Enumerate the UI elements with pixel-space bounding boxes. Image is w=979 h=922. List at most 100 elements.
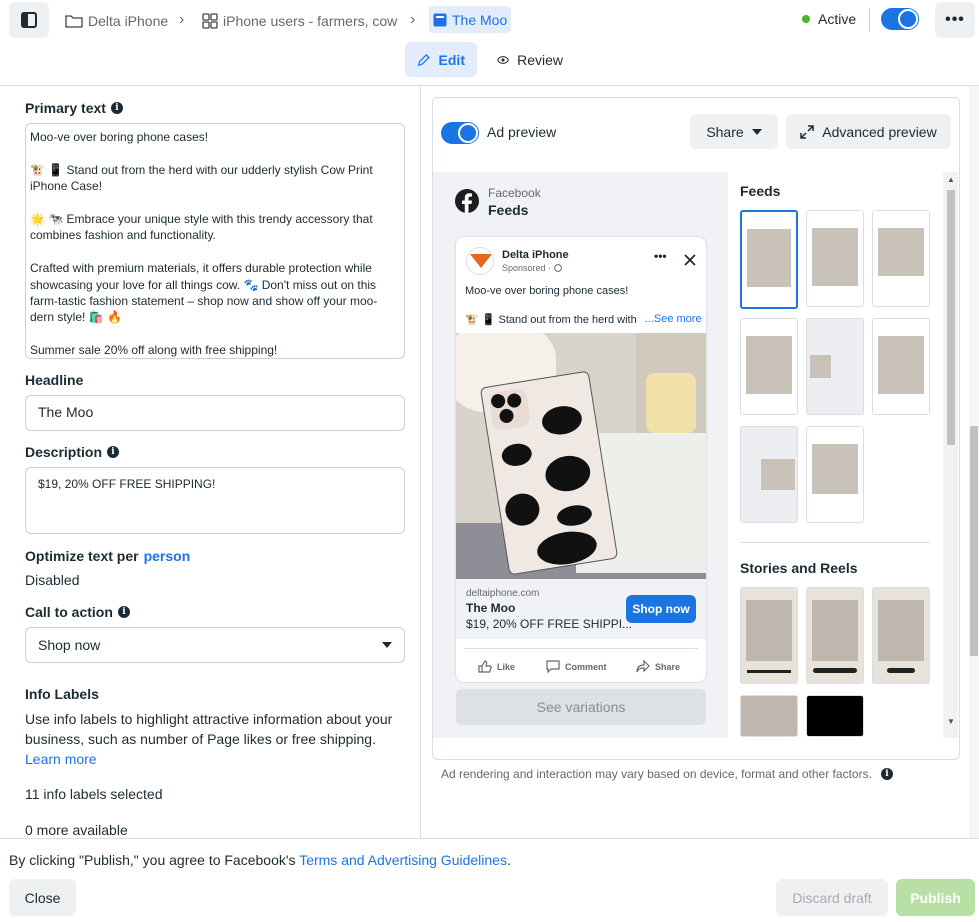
terms-link[interactable]: Terms and Advertising Guidelines (299, 852, 507, 868)
description-field[interactable]: $19, 20% OFF FREE SHIPPING! (25, 467, 405, 534)
tab-review[interactable]: Review (485, 42, 575, 77)
facebook-icon (455, 189, 479, 213)
sponsored-label: Sponsored · (502, 263, 562, 273)
tab-edit[interactable]: Edit (405, 42, 477, 77)
info-icon[interactable]: i (107, 446, 120, 458)
placement-thumbnail[interactable] (740, 426, 798, 523)
placement-thumbnail[interactable] (806, 210, 864, 307)
link-description: $19, 20% OFF FREE SHIPPI... (466, 617, 633, 631)
ad-creative-form: Primary text i Moo-ve over boring phone … (0, 86, 421, 838)
like-button[interactable]: Like (478, 660, 515, 673)
thumbs-up-icon (478, 660, 492, 673)
more-icon: ••• (945, 11, 965, 28)
breadcrumb-campaign-label: Delta iPhone (88, 13, 169, 29)
status-dot (802, 15, 810, 23)
info-labels-title: Info Labels (25, 686, 99, 702)
headline-input[interactable]: The Moo (25, 395, 405, 431)
info-icon[interactable]: i (110, 102, 123, 114)
ad-preview-toggle[interactable] (441, 122, 479, 144)
ad-image[interactable] (456, 333, 706, 579)
optimize-person-link[interactable]: person (144, 548, 191, 564)
story-thumbnail[interactable] (806, 695, 864, 737)
status-indicator: Active (802, 11, 856, 27)
caret-down-icon (751, 128, 762, 135)
stories-heading: Stories and Reels (740, 560, 858, 576)
advanced-preview-button[interactable]: Advanced preview (786, 114, 951, 149)
sidebar-toggle-button[interactable] (9, 2, 49, 38)
chevron-right-icon: › (179, 11, 185, 28)
more-options-button[interactable]: ••• (935, 2, 975, 38)
scroll-up-icon[interactable]: ▲ (947, 175, 955, 184)
cta-value: Shop now (38, 637, 101, 653)
divider (740, 542, 930, 543)
placement-thumbnail[interactable] (872, 318, 930, 415)
footer-bar: By clicking "Publish," you agree to Face… (0, 838, 979, 922)
breadcrumb-ad[interactable]: The Moo (429, 6, 512, 33)
story-thumbnail[interactable] (806, 587, 864, 684)
scroll-down-icon[interactable]: ▼ (947, 717, 955, 726)
post-text-line-1: Moo-ve over boring phone cases! (465, 285, 629, 297)
advanced-preview-label: Advanced preview (822, 123, 937, 140)
agreement-text: By clicking "Publish," you agree to Face… (9, 852, 296, 868)
pencil-icon (417, 53, 430, 66)
expand-icon (800, 124, 815, 139)
primary-text-label: Primary text i (25, 100, 123, 116)
ad-icon (433, 13, 447, 26)
placement-thumbnail[interactable] (806, 426, 864, 523)
primary-text-line: Crafted with premium materials, it offer… (30, 261, 378, 325)
info-labels-selected: 11 info labels selected (25, 786, 163, 802)
top-bar: Delta iPhone › iPhone users - farmers, c… (0, 0, 979, 40)
info-icon[interactable]: i (117, 606, 130, 618)
comment-label: Comment (565, 661, 607, 672)
see-variations-button[interactable]: See variations (456, 689, 706, 725)
post-text-line-2: 🐮 📱 Stand out from the herd with ...See … (465, 313, 702, 326)
placement-thumbnail[interactable] (740, 318, 798, 415)
post-text-line-2-text: 🐮 📱 Stand out from the herd with (465, 314, 637, 326)
close-button[interactable]: Close (9, 879, 76, 916)
share-dropdown-button[interactable]: Share (690, 114, 778, 149)
chevron-right-icon: › (410, 11, 416, 28)
page-scrollbar[interactable] (969, 86, 979, 838)
placement-thumbnail[interactable] (872, 210, 930, 307)
story-thumbnail[interactable] (740, 695, 798, 737)
discard-draft-button[interactable]: Discard draft (776, 879, 888, 916)
comment-icon (546, 660, 560, 673)
globe-icon (554, 264, 562, 272)
divider (869, 8, 870, 32)
feeds-heading: Feeds (740, 183, 781, 199)
preview-disclaimer: Ad rendering and interaction may vary ba… (441, 767, 893, 781)
active-toggle[interactable] (881, 8, 919, 30)
primary-text-content: Moo-ve over boring phone cases! 🐮 📱 Stan… (26, 124, 404, 380)
placement-thumbnail[interactable] (806, 318, 864, 415)
tab-review-label: Review (517, 51, 563, 68)
comment-button[interactable]: Comment (546, 660, 607, 673)
caret-down-icon (382, 642, 392, 648)
ad-preview-label: Ad preview (487, 124, 557, 140)
scrollbar-thumb[interactable] (947, 190, 955, 445)
see-more-link[interactable]: ...See more (645, 313, 702, 326)
cta-label: Call to action i (25, 604, 130, 620)
optimize-text-label: Optimize text per person (25, 548, 190, 564)
story-thumbnail[interactable] (740, 587, 798, 684)
share-post-button[interactable]: Share (636, 660, 680, 673)
description-value: $19, 20% OFF FREE SHIPPING! (38, 477, 216, 491)
learn-more-link[interactable]: Learn more (25, 751, 97, 767)
story-thumbnail[interactable] (872, 587, 930, 684)
grid-icon (202, 13, 218, 29)
share-post-label: Share (655, 661, 681, 672)
breadcrumb-campaign[interactable]: Delta iPhone (65, 10, 168, 32)
agreement-period: . (506, 852, 511, 868)
primary-text-line: 🐮 📱 Stand out from the herd with our udd… (30, 162, 373, 194)
publish-button[interactable]: Publish (896, 879, 975, 916)
placement-thumbnail[interactable] (740, 210, 798, 309)
scrollbar[interactable]: ▲ ▼ (944, 172, 958, 738)
info-icon[interactable]: i (880, 768, 893, 780)
publish-agreement: By clicking "Publish," you agree to Face… (9, 852, 511, 868)
post-more-icon[interactable]: ••• (654, 249, 667, 263)
cta-select[interactable]: Shop now (25, 627, 405, 663)
breadcrumb-adset[interactable]: iPhone users - farmers, cow (202, 10, 397, 32)
page-scrollbar-thumb[interactable] (970, 426, 978, 656)
primary-text-field[interactable]: Moo-ve over boring phone cases! 🐮 📱 Stan… (25, 123, 405, 359)
shop-now-button[interactable]: Shop now (626, 595, 696, 623)
close-icon[interactable] (684, 254, 696, 266)
